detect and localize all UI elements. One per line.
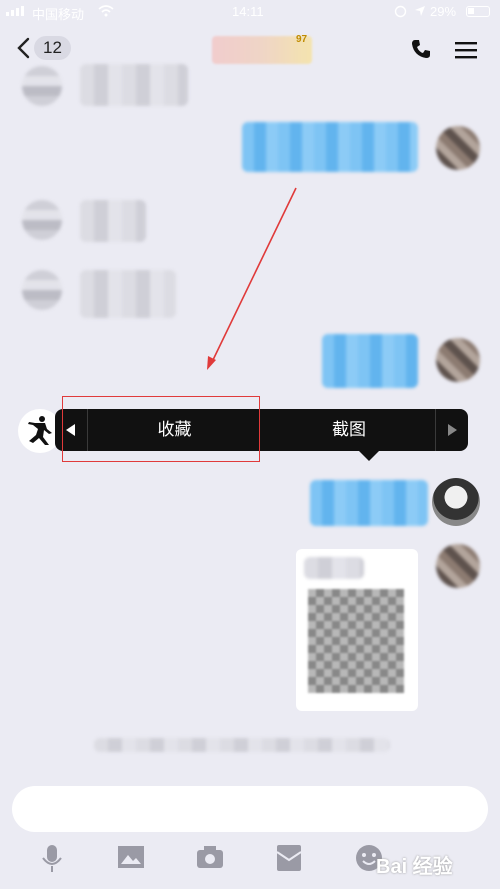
camera-icon[interactable] [196, 844, 224, 870]
image-icon[interactable] [117, 844, 145, 870]
user-avatar[interactable] [436, 544, 480, 588]
battery-percent: 29% [430, 4, 457, 19]
wifi-icon [98, 5, 114, 17]
contact-avatar[interactable] [22, 200, 62, 240]
signal-icon [6, 6, 24, 16]
chat-header: 12 97 [0, 28, 500, 76]
unread-count-badge: 12 [34, 36, 71, 60]
chevron-left-icon [17, 37, 30, 59]
title-tag: 97 [296, 34, 308, 45]
message-bubble-outgoing[interactable] [242, 122, 418, 172]
annotation-highlight-box [62, 396, 260, 462]
back-button[interactable]: 12 [16, 36, 71, 60]
red-packet-icon[interactable] [276, 844, 302, 872]
triangle-right-icon [448, 424, 457, 436]
message-bubble-outgoing[interactable] [310, 480, 428, 526]
screenshot-menu-item[interactable]: 截图 [262, 409, 436, 451]
phone-icon[interactable] [410, 38, 432, 60]
system-notice [94, 738, 390, 752]
message-bubble-incoming[interactable] [80, 200, 146, 242]
contact-avatar[interactable] [22, 66, 62, 106]
image-message-card[interactable] [296, 549, 418, 711]
user-avatar[interactable] [432, 478, 480, 526]
user-avatar[interactable] [436, 338, 480, 382]
status-bar: 中国移动 14:11 29% [0, 0, 500, 24]
carrier-label: 中国移动 [32, 7, 85, 22]
menu-icon[interactable] [454, 40, 478, 60]
clock: 14:11 [232, 4, 264, 19]
microphone-icon[interactable] [40, 844, 64, 874]
message-bubble-outgoing[interactable] [322, 334, 418, 388]
battery-icon [466, 6, 490, 17]
contact-avatar[interactable] [22, 270, 62, 310]
menu-next-button[interactable] [435, 409, 468, 451]
qr-code-image [308, 589, 404, 693]
message-bubble-incoming[interactable] [80, 270, 176, 318]
menu-pointer [359, 451, 379, 461]
jumpman-logo-icon [28, 416, 52, 445]
user-avatar[interactable] [436, 126, 480, 170]
message-input[interactable] [12, 786, 488, 832]
lock-rotation-icon [394, 5, 407, 18]
baidu-watermark: Bai 经验 [376, 856, 453, 878]
card-caption [304, 557, 364, 579]
message-bubble-incoming[interactable] [80, 64, 188, 106]
location-icon [415, 6, 425, 16]
